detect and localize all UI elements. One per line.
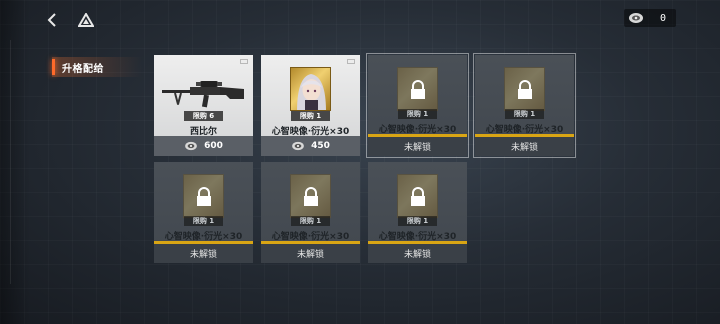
back-button[interactable] xyxy=(40,8,64,32)
item-price: 450 xyxy=(311,141,330,151)
lock-icon xyxy=(411,187,425,206)
purchase-limit-badge: 限购 1 xyxy=(291,216,330,226)
chevron-left-icon xyxy=(47,13,56,27)
unlock-status: 未解锁 xyxy=(189,250,217,260)
sniper-rifle-icon xyxy=(162,81,244,108)
card-image-area: 限购 1 心智映像·衍光×30 xyxy=(368,162,467,243)
shop-item-card[interactable]: 限购 6 西比尔 600 xyxy=(154,55,253,156)
token-icon xyxy=(292,141,304,151)
shop-item-card-locked[interactable]: 限购 1 心智映像·衍光×30 未解锁 xyxy=(366,53,469,158)
unlock-status: 未解锁 xyxy=(403,250,431,260)
currency-value: 0 xyxy=(659,12,667,24)
token-icon xyxy=(185,141,197,151)
currency-display[interactable]: 0 xyxy=(624,9,676,27)
home-button[interactable] xyxy=(74,8,98,32)
unlock-status: 未解锁 xyxy=(296,250,324,260)
item-price: 600 xyxy=(204,141,223,151)
lock-icon xyxy=(197,187,211,206)
shop-item-card-locked[interactable]: 限购 1 心智映像·衍光×30 未解锁 xyxy=(261,162,360,263)
lock-icon xyxy=(304,187,318,206)
purchase-limit-badge: 限购 1 xyxy=(398,109,437,119)
status-bar: 未解锁 xyxy=(368,137,467,156)
shop-item-card-locked[interactable]: 限购 1 心智映像·衍光×30 未解锁 xyxy=(154,162,253,263)
unlock-status: 未解锁 xyxy=(510,143,538,153)
price-bar: 600 xyxy=(154,136,253,156)
lock-icon xyxy=(518,80,532,99)
lock-icon xyxy=(411,80,425,99)
purchase-limit-badge: 限购 1 xyxy=(291,111,330,121)
active-tab-indicator xyxy=(52,59,55,75)
price-bar: 450 xyxy=(261,136,360,156)
token-icon xyxy=(629,13,643,23)
shop-item-card-locked[interactable]: 限购 1 心智映像·衍光×30 未解锁 xyxy=(473,53,576,158)
status-bar: 未解锁 xyxy=(475,137,574,156)
card-image-area: 限购 1 心智映像·衍光×30 xyxy=(475,55,574,136)
status-bar: 未解锁 xyxy=(154,244,253,263)
card-image-area: 限购 1 心智映像·衍光×30 xyxy=(261,162,360,243)
shop-item-card[interactable]: 限购 1 心智映像·衍光×30 450 xyxy=(261,55,360,156)
unlock-status: 未解锁 xyxy=(403,143,431,153)
home-triangle-icon xyxy=(78,13,94,27)
card-image-area: 限购 1 心智映像·衍光×30 xyxy=(368,55,467,136)
purchase-limit-badge: 限购 1 xyxy=(398,216,437,226)
sidebar-item-label: 升格配给 xyxy=(62,63,104,75)
status-bar: 未解锁 xyxy=(368,244,467,263)
left-decoration xyxy=(0,0,30,324)
purchase-limit-badge: 限购 1 xyxy=(505,109,544,119)
card-image-area: 限购 6 西比尔 xyxy=(154,55,253,137)
status-bar: 未解锁 xyxy=(261,244,360,263)
background-grid xyxy=(0,0,720,324)
shop-item-card-locked[interactable]: 限购 1 心智映像·衍光×30 未解锁 xyxy=(368,162,467,263)
sidebar-item-upgrade-supply[interactable]: 升格配给 xyxy=(52,57,142,77)
card-image-area: 限购 1 心智映像·衍光×30 xyxy=(261,55,360,137)
purchase-limit-badge: 限购 1 xyxy=(184,216,223,226)
character-portrait-icon xyxy=(290,67,331,111)
card-corner-deco xyxy=(240,59,248,64)
card-corner-deco xyxy=(347,59,355,64)
card-image-area: 限购 1 心智映像·衍光×30 xyxy=(154,162,253,243)
purchase-limit-badge: 限购 6 xyxy=(184,111,223,121)
